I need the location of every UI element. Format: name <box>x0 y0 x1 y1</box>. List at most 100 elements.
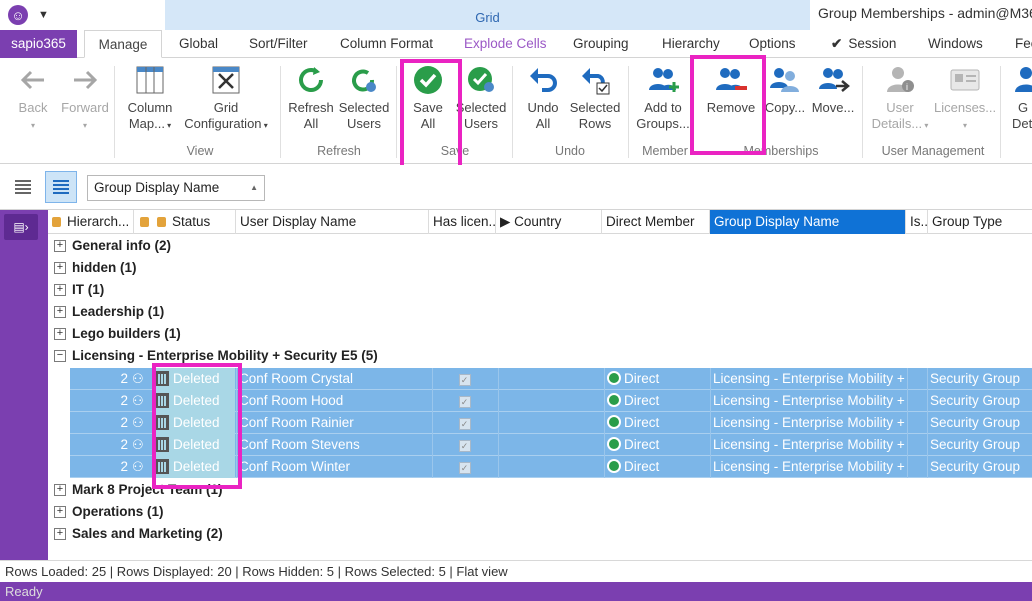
group-row[interactable]: + General info (2) <box>48 235 1032 257</box>
tab-explode-cells[interactable]: Explode Cells <box>464 30 547 58</box>
tab-options[interactable]: Options <box>749 30 796 58</box>
undo-selected-rows-button[interactable]: Selected Rows <box>568 62 622 140</box>
licenses-button[interactable]: Licenses... ▾ <box>934 62 996 140</box>
table-row[interactable]: 2 ⚇ Deleted Conf Room Crystal ✓ Direct L… <box>70 368 1032 390</box>
grouped-view-button[interactable] <box>45 171 77 203</box>
col-has-license[interactable]: Has licen... <box>429 210 496 234</box>
tab-global[interactable]: Global <box>179 30 218 58</box>
checkbox[interactable]: ✓ <box>458 374 471 386</box>
app-logo-icon[interactable]: ☺ <box>8 5 28 25</box>
group-row[interactable]: + Leadership (1) <box>48 301 1032 323</box>
group-row[interactable]: + Lego builders (1) <box>48 323 1032 345</box>
user-details-button[interactable]: i User Details... ▾ <box>868 62 932 140</box>
undo-selected-label-1: Selected <box>569 100 621 115</box>
tab-fee[interactable]: Fee <box>1015 30 1032 58</box>
back-button[interactable]: Back ▾ <box>6 62 60 140</box>
tab-grouping[interactable]: Grouping <box>573 30 629 58</box>
col-hierarchy[interactable]: Hierarch... <box>48 210 134 234</box>
column-map-icon <box>136 66 164 94</box>
column-map-button[interactable]: Column Map... ▾ <box>122 62 178 140</box>
tab-sort-filter[interactable]: Sort/Filter <box>249 30 308 58</box>
qat-dropdown-icon[interactable]: ▼ <box>38 9 49 21</box>
col-user-display-name[interactable]: User Display Name <box>236 210 429 234</box>
tab-hierarchy[interactable]: Hierarchy <box>662 30 720 58</box>
list-icon <box>15 180 31 194</box>
remove-label: Remove <box>706 100 756 115</box>
checkbox[interactable]: ✓ <box>458 396 471 408</box>
group-row[interactable]: + hidden (1) <box>48 257 1032 279</box>
grid-configuration-button[interactable]: Grid Configuration ▾ <box>180 62 272 140</box>
status-text: Deleted <box>173 459 220 474</box>
refresh-all-button[interactable]: Refresh All <box>284 62 338 140</box>
refresh-selected-icon <box>352 69 376 92</box>
expand-icon[interactable]: + <box>54 484 66 496</box>
licenses-label: Licenses... <box>934 100 997 115</box>
flat-view-button[interactable] <box>7 171 39 203</box>
expand-icon[interactable]: + <box>54 506 66 518</box>
tab-column-format[interactable]: Column Format <box>340 30 433 58</box>
save-selected-users-button[interactable]: Selected Users <box>454 62 508 140</box>
grid-configuration-icon <box>212 66 240 94</box>
cell-is <box>907 434 927 456</box>
checkbox[interactable]: ✓ <box>458 440 471 452</box>
cell-user-name: Conf Room Stevens <box>236 434 429 456</box>
collapse-icon[interactable]: − <box>54 350 66 362</box>
table-row[interactable]: 2 ⚇ Deleted Conf Room Hood ✓ Direct Lice… <box>70 390 1032 412</box>
checkbox[interactable]: ✓ <box>458 462 471 474</box>
group-row-expanded[interactable]: − Licensing - Enterprise Mobility + Secur… <box>48 345 1032 367</box>
refresh-selected-users-button[interactable]: Selected Users <box>337 62 391 140</box>
table-row[interactable]: 2 ⚇ Deleted Conf Room Winter ✓ Direct Li… <box>70 456 1032 478</box>
col-status[interactable]: Status <box>134 210 236 234</box>
col-country[interactable]: ▶ Country <box>496 210 602 234</box>
table-row[interactable]: 2 ⚇ Deleted Conf Room Stevens ✓ Direct L… <box>70 434 1032 456</box>
cell-has-license: ✓ <box>432 456 496 478</box>
expand-icon[interactable]: + <box>54 328 66 340</box>
tab-session[interactable]: ✔ Session <box>831 30 896 58</box>
cell-direct: Direct <box>604 456 710 478</box>
col-group-type[interactable]: Group Type <box>928 210 1032 234</box>
refresh-all-label-2: All <box>303 116 319 131</box>
col-direct-member[interactable]: Direct Member <box>602 210 710 234</box>
copy-group-icon <box>770 68 799 92</box>
save-group-label: Save <box>440 144 470 158</box>
col-group-display-name[interactable]: Group Display Name <box>710 210 906 234</box>
move-group-icon <box>819 68 850 92</box>
tab-sapio365[interactable]: sapio365 <box>0 30 77 58</box>
group-row[interactable]: + Operations (1) <box>48 501 1032 523</box>
expand-icon[interactable]: + <box>54 306 66 318</box>
table-row[interactable]: 2 ⚇ Deleted Conf Room Rainier ✓ Direct L… <box>70 412 1032 434</box>
save-all-button[interactable]: Save All <box>401 62 455 140</box>
direct-text: Direct <box>624 415 660 430</box>
group-row[interactable]: + Sales and Marketing (2) <box>48 523 1032 545</box>
move-button[interactable]: Move... <box>806 62 860 140</box>
expand-icon[interactable]: + <box>54 240 66 252</box>
cell-group-type: Security Group <box>927 434 1032 456</box>
expand-icon[interactable]: + <box>54 262 66 274</box>
save-selected-icon <box>468 67 494 92</box>
col-is[interactable]: Is... <box>906 210 928 234</box>
group-row[interactable]: + IT (1) <box>48 279 1032 301</box>
expand-icon[interactable]: + <box>54 528 66 540</box>
user-details-label-1: User <box>886 100 914 115</box>
column-map-label-1: Column <box>127 100 173 115</box>
group-by-dropdown[interactable]: Group Display Name ▲ <box>87 175 265 201</box>
tab-manage[interactable]: Manage <box>84 30 162 58</box>
status-text: Deleted <box>173 415 220 430</box>
copy-button[interactable]: Copy... <box>758 62 812 140</box>
undo-all-button[interactable]: Undo All <box>516 62 570 140</box>
tab-windows[interactable]: Windows <box>928 30 983 58</box>
cell-is <box>907 412 927 434</box>
forward-label: Forward <box>61 100 109 115</box>
remove-button[interactable]: Remove <box>704 62 758 140</box>
checkbox[interactable]: ✓ <box>458 418 471 430</box>
add-to-groups-button[interactable]: Add to Groups... <box>636 62 690 140</box>
group-details-button[interactable]: G Det <box>1006 62 1032 140</box>
group-row-label: IT (1) <box>72 282 105 297</box>
group-row[interactable]: + Mark 8 Project Team (1) <box>48 479 1032 501</box>
column-map-label-2: Map... <box>128 116 165 131</box>
clipboard-icon[interactable]: ▤› <box>4 214 38 240</box>
expand-icon[interactable]: + <box>54 284 66 296</box>
forward-button[interactable]: Forward ▾ <box>58 62 112 140</box>
add-group-icon <box>649 68 679 92</box>
cell-user-name: Conf Room Hood <box>236 390 429 412</box>
